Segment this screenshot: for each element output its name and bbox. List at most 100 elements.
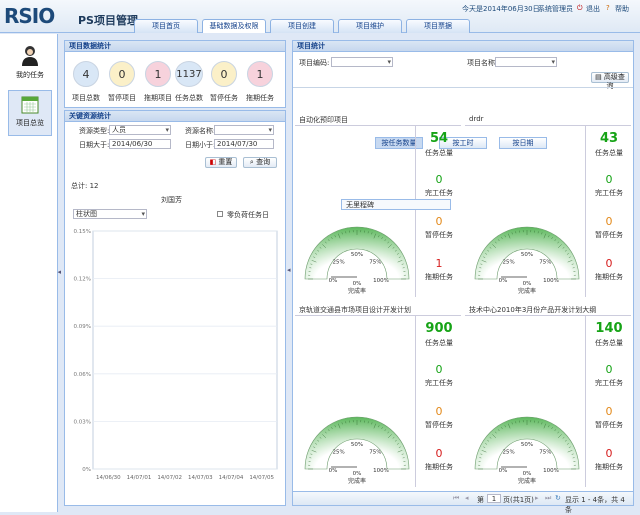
type-label: 资源类型: xyxy=(79,126,109,136)
gauge-tick-label: 0% xyxy=(499,468,508,474)
gauge-tick-label: 100% xyxy=(373,278,389,284)
zero-load-checkbox[interactable] xyxy=(217,211,223,217)
tab-bills[interactable]: 项目票据 xyxy=(406,19,470,33)
project-card[interactable]: drdr43任务总量0完工任务0暂停任务0拖期任务0%25%50%75%100%… xyxy=(465,113,631,299)
project-code-select[interactable] xyxy=(331,57,393,67)
splitter-icon[interactable]: ◂ xyxy=(287,266,291,274)
date-from-label: 日期大于: xyxy=(79,140,109,150)
project-panel: 项目统计 项目编码: 项目名称: ▤ 高级查询 按任务数量 按工时 按日期 自动… xyxy=(292,40,634,506)
stat-delayed-tasks[interactable]: 1 xyxy=(247,61,273,87)
paused-tasks-value: 0 xyxy=(589,405,629,418)
divider xyxy=(293,87,633,88)
date-to-label: 日期小于: xyxy=(185,140,215,150)
gauge-tick-label: 75% xyxy=(369,450,381,456)
card-divider xyxy=(465,315,631,316)
total-tasks-value: 43 xyxy=(589,131,629,146)
project-name-select[interactable] xyxy=(495,57,557,67)
gauge-tick-label: 25% xyxy=(332,260,344,266)
stat-paused-tasks[interactable]: 0 xyxy=(211,61,237,87)
chart-type-select[interactable]: 柱状图 xyxy=(73,209,147,219)
logout-link[interactable]: 退出 xyxy=(586,4,600,14)
stat-paused-projects[interactable]: 0 xyxy=(109,61,135,87)
project-card[interactable]: 京轨道交通县市场项目设计开发计划900任务总量0完工任务0暂停任务0拖期任务0%… xyxy=(295,303,461,489)
code-label: 项目编码: xyxy=(299,58,329,68)
resource-stats-panel: 关键资源统计 资源类型: 人员 资源名称: 日期大于: 2014/06/30 日… xyxy=(64,110,286,506)
nav-my-tasks[interactable]: 我的任务 xyxy=(8,42,52,88)
display-info: 显示 1 - 4条，共 4 条 xyxy=(565,495,633,515)
gauge-tick-label: 0% xyxy=(499,278,508,284)
gauge-caption: 完成率 xyxy=(348,287,366,295)
admin-link[interactable]: 系统管理员 xyxy=(538,4,573,14)
y-tick-label: 0.09% xyxy=(74,324,91,330)
gauge-tick-label: 100% xyxy=(543,278,559,284)
prev-page-icon[interactable]: ◂ xyxy=(465,494,469,502)
advanced-query-button[interactable]: ▤ 高级查询 xyxy=(591,72,629,83)
refresh-icon[interactable]: ↻ xyxy=(555,494,561,502)
stat-delayed-projects[interactable]: 1 xyxy=(145,61,171,87)
last-page-icon[interactable]: ⏭ xyxy=(545,494,551,503)
pager: ⏮ ◂ 第 1 页(共1页) ▸ ⏭ ↻ 显示 1 - 4条，共 4 条 xyxy=(293,491,633,505)
query-button[interactable]: ⌕ 查询 xyxy=(243,157,277,168)
y-tick-label: 0.15% xyxy=(74,229,91,235)
panel-title: 项目数据统计 xyxy=(65,41,285,52)
gauge-tick-label: 50% xyxy=(351,442,363,448)
card-title: 自动化预印项目 xyxy=(299,115,348,125)
gauge-value: 0% xyxy=(523,471,532,477)
total-tasks-value: 54 xyxy=(419,131,459,146)
tab-home[interactable]: 项目首页 xyxy=(134,19,198,33)
next-page-icon[interactable]: ▸ xyxy=(535,494,539,502)
paused-tasks-label: 暂停任务 xyxy=(589,230,629,240)
tab-basic-data[interactable]: 基础数据及权限 xyxy=(202,19,266,33)
logout-icon[interactable]: ⏻ xyxy=(577,4,583,13)
reset-icon: ◧ xyxy=(210,158,217,166)
delayed-tasks-value: 0 xyxy=(419,447,459,460)
chart-plot-area xyxy=(93,231,277,469)
card-divider xyxy=(295,315,461,316)
resource-type-select[interactable]: 人员 xyxy=(109,125,171,135)
total-tasks-label: 任务总量 xyxy=(419,148,459,158)
completion-gauge: 0%25%50%75%100%0%完成率 xyxy=(299,215,415,295)
gauge-value: 0% xyxy=(353,281,362,287)
date-to-input[interactable]: 2014/07/30 xyxy=(214,139,274,149)
resource-chart: 0.15%0.12%0.09%0.06%0.03%0%14/06/3014/07… xyxy=(65,225,279,495)
panel-title: 关键资源统计 xyxy=(65,111,285,122)
gauge-tick-label: 50% xyxy=(521,252,533,258)
done-tasks-value: 0 xyxy=(419,363,459,376)
gauge-tick-label: 0% xyxy=(329,468,338,474)
milestone-tooltip: 无里程碑 xyxy=(341,199,451,210)
delayed-tasks-label: 拖期任务 xyxy=(589,462,629,472)
stat-label: 拖期项目 xyxy=(143,93,173,103)
page-prefix: 第 xyxy=(477,495,484,505)
page-input[interactable]: 1 xyxy=(487,494,501,503)
tab-create[interactable]: 项目创建 xyxy=(270,19,334,33)
paused-tasks-value: 0 xyxy=(419,215,459,228)
y-tick-label: 0.06% xyxy=(74,372,91,378)
total-tasks-value: 900 xyxy=(419,321,459,336)
gauge-tick-label: 25% xyxy=(332,450,344,456)
first-page-icon[interactable]: ⏮ xyxy=(453,494,459,503)
name-label: 项目名称: xyxy=(467,58,497,68)
card-vline xyxy=(415,125,416,297)
nav-project-overview[interactable]: 项目总览 xyxy=(8,90,52,136)
logo: RSIO xyxy=(4,4,54,28)
y-tick-label: 0% xyxy=(82,467,91,473)
tab-maintain[interactable]: 项目维护 xyxy=(338,19,402,33)
resource-name-select[interactable] xyxy=(214,125,274,135)
card-title: drdr xyxy=(469,115,484,123)
x-tick-label: 14/07/03 xyxy=(188,475,213,481)
date-from-input[interactable]: 2014/06/30 xyxy=(109,139,171,149)
stat-total-tasks[interactable]: 1137 xyxy=(175,61,203,87)
help-link[interactable]: 帮助 xyxy=(615,4,629,14)
stat-total-projects[interactable]: 4 xyxy=(73,61,99,87)
total-tasks-label: 任务总量 xyxy=(589,338,629,348)
x-tick-label: 14/06/30 xyxy=(96,475,121,481)
paused-tasks-value: 0 xyxy=(419,405,459,418)
gauge-value: 0% xyxy=(523,281,532,287)
header: RSIO PS项目管理 今天是2014年06月30日 系统管理员 ⏻ 退出 ? … xyxy=(0,0,640,33)
total-count: 总计: 12 xyxy=(71,181,99,191)
help-icon[interactable]: ? xyxy=(606,4,610,12)
collapse-icon[interactable]: ◂ xyxy=(57,268,61,276)
panel-title: 项目统计 xyxy=(293,41,633,52)
project-card[interactable]: 技术中心2010年3月份产品开发计划大纲140任务总量0完工任务0暂停任务0拖期… xyxy=(465,303,631,489)
reset-button[interactable]: ◧ 重置 xyxy=(205,157,237,168)
